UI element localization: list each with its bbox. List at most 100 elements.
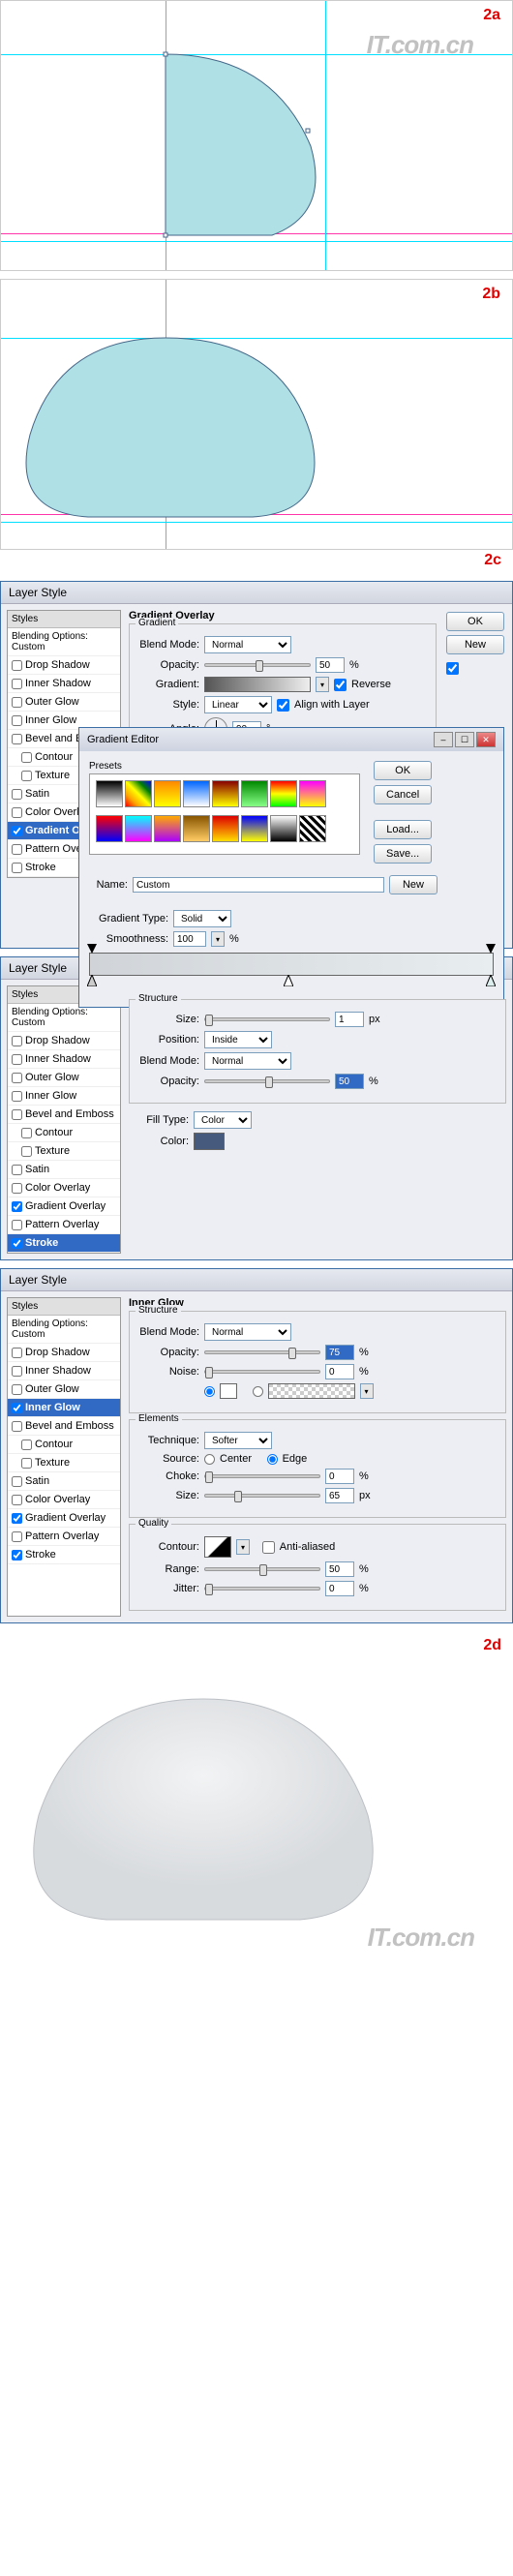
- range-slider[interactable]: [204, 1567, 320, 1571]
- opacity-input[interactable]: [316, 657, 345, 673]
- size-input[interactable]: [325, 1488, 354, 1503]
- styles-header[interactable]: Styles: [8, 1298, 120, 1316]
- blend-mode-select[interactable]: Normal: [204, 1052, 291, 1070]
- align-checkbox[interactable]: [277, 699, 289, 712]
- position-select[interactable]: Inside: [204, 1031, 272, 1048]
- opacity-slider[interactable]: [204, 1079, 330, 1083]
- style-pattern-overlay[interactable]: Pattern Overlay: [8, 1528, 120, 1546]
- smoothness-input[interactable]: [173, 931, 206, 947]
- style-bevel[interactable]: Bevel and Emboss: [8, 1106, 120, 1124]
- opacity-slider[interactable]: [204, 663, 311, 667]
- jitter-slider[interactable]: [204, 1587, 320, 1591]
- blend-mode-select[interactable]: Normal: [204, 636, 291, 653]
- jitter-input[interactable]: [325, 1581, 354, 1596]
- checkbox[interactable]: [12, 697, 22, 708]
- editor-load-button[interactable]: Load...: [374, 820, 432, 839]
- checkbox[interactable]: [12, 826, 22, 836]
- opacity-input[interactable]: [335, 1074, 364, 1089]
- size-slider[interactable]: [204, 1494, 320, 1498]
- style-contour[interactable]: Contour: [8, 1124, 120, 1142]
- style-inner-shadow[interactable]: Inner Shadow: [8, 675, 120, 693]
- reverse-checkbox[interactable]: [334, 679, 347, 691]
- style-outer-glow[interactable]: Outer Glow: [8, 693, 120, 712]
- gradient-bar[interactable]: [89, 953, 494, 976]
- style-blending[interactable]: Blending Options: Custom: [8, 628, 120, 656]
- styles-header[interactable]: Styles: [8, 611, 120, 628]
- checkbox[interactable]: [12, 807, 22, 818]
- style-gradient-overlay[interactable]: Gradient Overlay: [8, 1197, 120, 1216]
- editor-new-button[interactable]: New: [389, 875, 438, 894]
- checkbox[interactable]: [12, 715, 22, 726]
- checkbox[interactable]: [21, 771, 32, 781]
- checkbox[interactable]: [12, 844, 22, 855]
- style-inner-glow[interactable]: Inner Glow: [8, 1087, 120, 1106]
- glow-color-radio[interactable]: [204, 1386, 215, 1397]
- editor-ok-button[interactable]: OK: [374, 761, 432, 780]
- style-color-overlay[interactable]: Color Overlay: [8, 1179, 120, 1197]
- choke-input[interactable]: [325, 1469, 354, 1484]
- gradient-swatch[interactable]: [204, 677, 311, 692]
- anti-aliased-checkbox[interactable]: [262, 1541, 275, 1554]
- style-outer-glow[interactable]: Outer Glow: [8, 1069, 120, 1087]
- presets-box[interactable]: [89, 773, 360, 855]
- minimize-icon[interactable]: –: [434, 732, 453, 747]
- style-satin[interactable]: Satin: [8, 1472, 120, 1491]
- style-inner-shadow[interactable]: Inner Shadow: [8, 1050, 120, 1069]
- glow-gradient-swatch[interactable]: [268, 1383, 355, 1399]
- maximize-icon[interactable]: ☐: [455, 732, 474, 747]
- style-stroke[interactable]: Stroke: [8, 1546, 120, 1564]
- size-input[interactable]: [335, 1012, 364, 1027]
- style-texture[interactable]: Texture: [8, 1454, 120, 1472]
- source-edge-radio[interactable]: [267, 1454, 278, 1465]
- style-bevel[interactable]: Bevel and Emboss: [8, 1417, 120, 1436]
- technique-select[interactable]: Softer: [204, 1432, 272, 1449]
- style-outer-glow[interactable]: Outer Glow: [8, 1380, 120, 1399]
- style-gradient-overlay[interactable]: Gradient Overlay: [8, 1509, 120, 1528]
- gradient-type-select[interactable]: Solid: [173, 910, 231, 927]
- fill-type-select[interactable]: Color: [194, 1111, 252, 1129]
- smooth-dropdown[interactable]: ▾: [211, 931, 225, 947]
- color-stop-mid[interactable]: [284, 975, 293, 986]
- editor-save-button[interactable]: Save...: [374, 844, 432, 864]
- style-drop-shadow[interactable]: Drop Shadow: [8, 1032, 120, 1050]
- gradient-name-input[interactable]: [133, 877, 384, 893]
- close-icon[interactable]: ✕: [476, 732, 496, 747]
- glow-color-swatch[interactable]: [220, 1383, 237, 1399]
- noise-slider[interactable]: [204, 1370, 320, 1374]
- checkbox[interactable]: [21, 752, 32, 763]
- color-swatch[interactable]: [194, 1133, 225, 1150]
- checkbox[interactable]: [12, 734, 22, 744]
- ok-button[interactable]: OK: [446, 612, 504, 631]
- style-select[interactable]: Linear: [204, 696, 272, 713]
- style-drop-shadow[interactable]: Drop Shadow: [8, 1344, 120, 1362]
- glow-gradient-dropdown[interactable]: ▾: [360, 1383, 374, 1399]
- glow-gradient-radio[interactable]: [253, 1386, 263, 1397]
- checkbox[interactable]: [12, 863, 22, 873]
- style-inner-glow[interactable]: Inner Glow: [8, 1399, 120, 1417]
- style-drop-shadow[interactable]: Drop Shadow: [8, 656, 120, 675]
- gradient-dropdown[interactable]: ▾: [316, 677, 329, 692]
- style-pattern-overlay[interactable]: Pattern Overlay: [8, 1216, 120, 1234]
- style-inner-shadow[interactable]: Inner Shadow: [8, 1362, 120, 1380]
- noise-input[interactable]: [325, 1364, 354, 1379]
- blend-mode-select[interactable]: Normal: [204, 1323, 291, 1341]
- color-stop-left[interactable]: [87, 975, 97, 986]
- contour-swatch[interactable]: [204, 1536, 231, 1558]
- size-slider[interactable]: [204, 1017, 330, 1021]
- style-stroke[interactable]: Stroke: [8, 1234, 120, 1253]
- checkbox[interactable]: [12, 660, 22, 671]
- opacity-stop-left[interactable]: [87, 944, 97, 954]
- contour-dropdown[interactable]: ▾: [236, 1539, 250, 1555]
- style-texture[interactable]: Texture: [8, 1142, 120, 1161]
- color-stop-right[interactable]: [486, 975, 496, 986]
- style-contour[interactable]: Contour: [8, 1436, 120, 1454]
- checkbox[interactable]: [12, 789, 22, 800]
- choke-slider[interactable]: [204, 1474, 320, 1478]
- opacity-slider[interactable]: [204, 1350, 320, 1354]
- new-style-button[interactable]: New: [446, 635, 504, 654]
- range-input[interactable]: [325, 1561, 354, 1577]
- style-blending[interactable]: Blending Options: Custom: [8, 1004, 120, 1032]
- style-satin[interactable]: Satin: [8, 1161, 120, 1179]
- style-color-overlay[interactable]: Color Overlay: [8, 1491, 120, 1509]
- source-center-radio[interactable]: [204, 1454, 215, 1465]
